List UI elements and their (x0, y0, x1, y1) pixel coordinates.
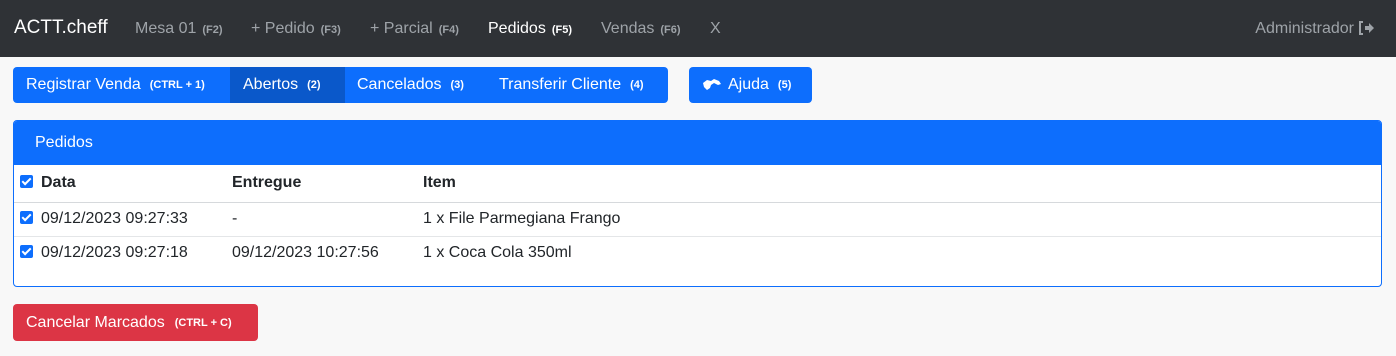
pedidos-card: Pedidos Data Entregue Item 09/12/2023 09… (13, 120, 1382, 287)
cell-data: 09/12/2023 09:27:33 (41, 202, 232, 237)
row-check-cell (14, 202, 41, 237)
select-all-checkbox[interactable] (20, 175, 33, 189)
nav-item-label: Pedidos (488, 20, 546, 37)
cancelados-button[interactable]: Cancelados (3) (345, 67, 486, 103)
button-label: Transferir Cliente (499, 76, 622, 93)
select-all-cell (14, 165, 41, 203)
cancelar-marcados-button[interactable]: Cancelar Marcados (CTRL + C) (13, 304, 258, 341)
shortcut-hint: (F4) (438, 24, 459, 36)
shortcut-hint: (F2) (202, 24, 223, 36)
registrar-venda-button[interactable]: Registrar Venda (CTRL + 1) (13, 67, 230, 103)
table-header-row: Data Entregue Item (14, 165, 1381, 203)
nav-item-label: Mesa 01 (135, 20, 197, 37)
orders-table: Data Entregue Item 09/12/2023 09:27:33 -… (14, 165, 1381, 270)
user-menu[interactable]: Administrador (1255, 20, 1374, 38)
shortcut-hint: (F3) (320, 24, 341, 36)
shortcut-hint: (CTRL + C) (174, 316, 232, 329)
column-header-entregue[interactable]: Entregue (232, 165, 423, 203)
top-navbar: ACTT.cheff Mesa 01 (F2) + Pedido (F3) + Pa… (0, 0, 1396, 57)
shortcut-hint: (CTRL + 1) (149, 79, 205, 91)
table-row[interactable]: 09/12/2023 09:27:33 - 1 x File Parmegian… (14, 202, 1381, 237)
shortcut-hint: (4) (630, 79, 644, 91)
nav-item-mesa[interactable]: Mesa 01 (F2) (135, 20, 223, 38)
button-label: Ajuda (728, 76, 769, 93)
column-header-data[interactable]: Data (41, 165, 232, 203)
shortcut-hint: (F6) (660, 24, 681, 36)
brand-logo[interactable]: ACTT.cheff (14, 17, 108, 39)
cell-entregue: - (232, 202, 423, 237)
nav-item-label: + Pedido (251, 20, 315, 37)
card-title: Pedidos (14, 121, 1381, 165)
row-checkbox[interactable] (20, 211, 33, 224)
button-label: Registrar Venda (26, 76, 141, 93)
cell-item: 1 x File Parmegiana Frango (423, 202, 1381, 237)
nav-item-label: X (710, 20, 721, 37)
row-checkbox[interactable] (20, 245, 33, 259)
nav-item-parcial[interactable]: + Parcial (F4) (370, 20, 459, 38)
ajuda-button[interactable]: Ajuda (5) (689, 67, 812, 103)
abertos-button[interactable]: Abertos (2) (230, 67, 345, 103)
column-header-item[interactable]: Item (423, 165, 1381, 203)
button-label: Abertos (243, 76, 299, 93)
button-label: Cancelados (357, 76, 442, 93)
nav-item-label: + Parcial (370, 20, 433, 37)
nav-item-close[interactable]: X (710, 20, 721, 38)
button-label: Cancelar Marcados (26, 313, 165, 331)
order-actions-group: Registrar Venda (CTRL + 1) Abertos (2) Can… (13, 67, 668, 103)
row-check-cell (14, 236, 41, 270)
handshake-icon (703, 79, 721, 90)
user-name: Administrador (1255, 20, 1354, 37)
shortcut-hint: (2) (307, 79, 321, 91)
cell-item: 1 x Coca Cola 350ml (423, 244, 572, 262)
shortcut-hint: (F5) (551, 24, 572, 36)
table-row[interactable]: 09/12/2023 09:27:18 09/12/2023 10:27:56 … (14, 236, 1381, 270)
sign-out-icon[interactable] (1358, 21, 1374, 35)
nav-item-vendas[interactable]: Vendas (F6) (601, 20, 681, 38)
cell-entregue: 09/12/2023 10:27:56 (232, 244, 379, 262)
nav-item-pedido[interactable]: + Pedido (F3) (251, 20, 341, 38)
transferir-cliente-button[interactable]: Transferir Cliente (4) (486, 67, 668, 103)
nav-item-label: Vendas (601, 20, 655, 37)
nav-item-pedidos[interactable]: Pedidos (F5) (488, 20, 572, 38)
shortcut-hint: (5) (777, 79, 792, 91)
shortcut-hint: (3) (450, 79, 464, 91)
cell-data: 09/12/2023 09:27:18 (41, 244, 188, 262)
